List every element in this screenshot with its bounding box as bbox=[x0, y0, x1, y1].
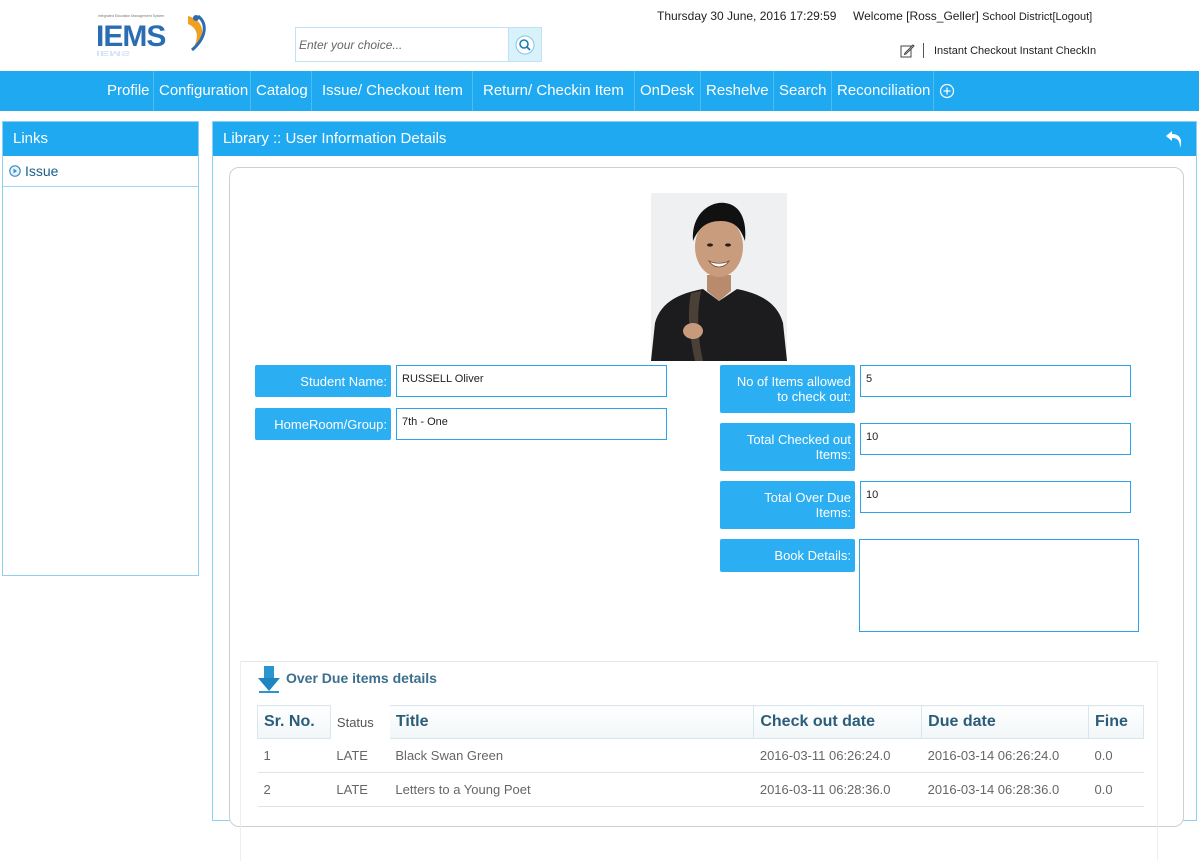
homeroom-label: HomeRoom/Group: bbox=[255, 408, 391, 440]
cell-status: LATE bbox=[330, 738, 390, 773]
book-details-field[interactable] bbox=[859, 539, 1139, 632]
nav-configuration[interactable]: Configuration bbox=[154, 71, 251, 111]
nav-profile[interactable]: Profile bbox=[102, 71, 154, 111]
student-photo bbox=[651, 193, 787, 361]
back-arrow-icon[interactable] bbox=[1164, 128, 1186, 150]
col-fine[interactable]: Fine bbox=[1088, 705, 1144, 739]
cell-fine: 0.0 bbox=[1088, 738, 1144, 773]
plus-circle-icon bbox=[939, 83, 955, 99]
nav-reconciliation[interactable]: Reconciliation bbox=[832, 71, 934, 111]
links-panel: Links Issue bbox=[2, 121, 199, 576]
cell-due-date: 2016-03-14 06:28:36.0 bbox=[921, 772, 1089, 807]
checked-out-label: Total Checked out Items: bbox=[720, 423, 855, 471]
search-box bbox=[295, 27, 542, 62]
over-due-field[interactable]: 10 bbox=[860, 481, 1131, 513]
quick-links: Instant Checkout Instant CheckIn bbox=[900, 43, 1096, 58]
welcome-text: Welcome [Ross_Geller] School District[Lo… bbox=[853, 9, 1092, 23]
student-name-label: Student Name: bbox=[255, 365, 391, 397]
nav-return-checkin[interactable]: Return/ Checkin Item bbox=[473, 71, 635, 111]
cell-title: Letters to a Young Poet bbox=[389, 772, 754, 807]
circle-arrow-icon bbox=[9, 165, 21, 177]
edit-icon[interactable] bbox=[900, 43, 915, 58]
sidebar-item-issue[interactable]: Issue bbox=[3, 156, 198, 187]
col-due-date[interactable]: Due date bbox=[921, 705, 1089, 739]
cell-fine: 0.0 bbox=[1088, 772, 1144, 807]
header: Integrated Education Management System I… bbox=[0, 0, 1199, 71]
logout-link[interactable]: [Logout] bbox=[1052, 11, 1092, 23]
cell-due-date: 2016-03-14 06:26:24.0 bbox=[921, 738, 1089, 773]
cell-checkout-date: 2016-03-11 06:28:36.0 bbox=[753, 772, 922, 807]
links-title: Links bbox=[3, 122, 198, 156]
main-panel: Library :: User Information Details Stud… bbox=[212, 121, 1197, 861]
iems-logo[interactable]: Integrated Education Management System I… bbox=[96, 10, 212, 64]
items-allowed-field[interactable]: 5 bbox=[860, 365, 1131, 397]
overdue-title: Over Due items details bbox=[286, 670, 437, 686]
nav-more-button[interactable] bbox=[934, 71, 955, 111]
sidebar-item-label: Issue bbox=[25, 163, 59, 179]
table-row[interactable]: 1 LATE Black Swan Green 2016-03-11 06:26… bbox=[257, 738, 1144, 773]
cell-checkout-date: 2016-03-11 06:26:24.0 bbox=[753, 738, 922, 773]
overdue-table: Sr. No. Status Title Check out date Due … bbox=[257, 705, 1144, 807]
book-details-label: Book Details: bbox=[720, 539, 855, 572]
nav-reshelve[interactable]: Reshelve bbox=[701, 71, 774, 111]
search-button[interactable] bbox=[508, 28, 541, 61]
cell-title: Black Swan Green bbox=[389, 738, 754, 773]
overdue-section: Over Due items details Sr. No. Status Ti… bbox=[240, 661, 1158, 861]
checked-out-field[interactable]: 10 bbox=[860, 423, 1131, 455]
nav-catalog[interactable]: Catalog bbox=[251, 71, 312, 111]
instant-checkin-link[interactable]: Instant CheckIn bbox=[1020, 45, 1096, 57]
col-sr-no[interactable]: Sr. No. bbox=[257, 705, 331, 739]
instant-checkout-link[interactable]: Instant Checkout bbox=[934, 45, 1017, 57]
cell-sr-no: 1 bbox=[257, 738, 331, 773]
cell-sr-no: 2 bbox=[257, 772, 331, 807]
svg-text:IEMS: IEMS bbox=[96, 20, 165, 53]
panel-header: Library :: User Information Details bbox=[213, 122, 1196, 156]
table-header-row: Sr. No. Status Title Check out date Due … bbox=[257, 705, 1144, 739]
col-title[interactable]: Title bbox=[388, 705, 755, 739]
svg-text:IEMS: IEMS bbox=[96, 49, 130, 57]
svg-text:Integrated Education Managemen: Integrated Education Management System bbox=[98, 14, 164, 18]
current-datetime: Thursday 30 June, 2016 17:29:59 bbox=[657, 9, 837, 23]
homeroom-field[interactable]: 7th - One bbox=[396, 408, 667, 440]
download-arrow-icon bbox=[258, 666, 280, 693]
user-details-card: Student Name: RUSSELL Oliver HomeRoom/Gr… bbox=[229, 167, 1184, 861]
table-row[interactable]: 2 LATE Letters to a Young Poet 2016-03-1… bbox=[257, 772, 1144, 807]
items-allowed-label: No of Items allowed to check out: bbox=[720, 365, 855, 413]
nav-issue-checkout[interactable]: Issue/ Checkout Item bbox=[312, 71, 473, 111]
col-status[interactable]: Status bbox=[329, 705, 390, 739]
main-nav: Profile Configuration Catalog Issue/ Che… bbox=[0, 71, 1199, 111]
district-label: School District bbox=[982, 11, 1053, 23]
search-icon bbox=[515, 35, 535, 54]
divider bbox=[923, 43, 924, 58]
nav-search[interactable]: Search bbox=[774, 71, 832, 111]
student-name-field[interactable]: RUSSELL Oliver bbox=[396, 365, 667, 397]
col-checkout-date[interactable]: Check out date bbox=[753, 705, 923, 739]
search-input[interactable] bbox=[299, 30, 504, 59]
over-due-label: Total Over Due Items: bbox=[720, 481, 855, 529]
nav-ondesk[interactable]: OnDesk bbox=[635, 71, 701, 111]
cell-status: LATE bbox=[330, 772, 390, 807]
welcome-user: Welcome [Ross_Geller] bbox=[853, 9, 979, 23]
page-title: Library :: User Information Details bbox=[223, 130, 447, 147]
